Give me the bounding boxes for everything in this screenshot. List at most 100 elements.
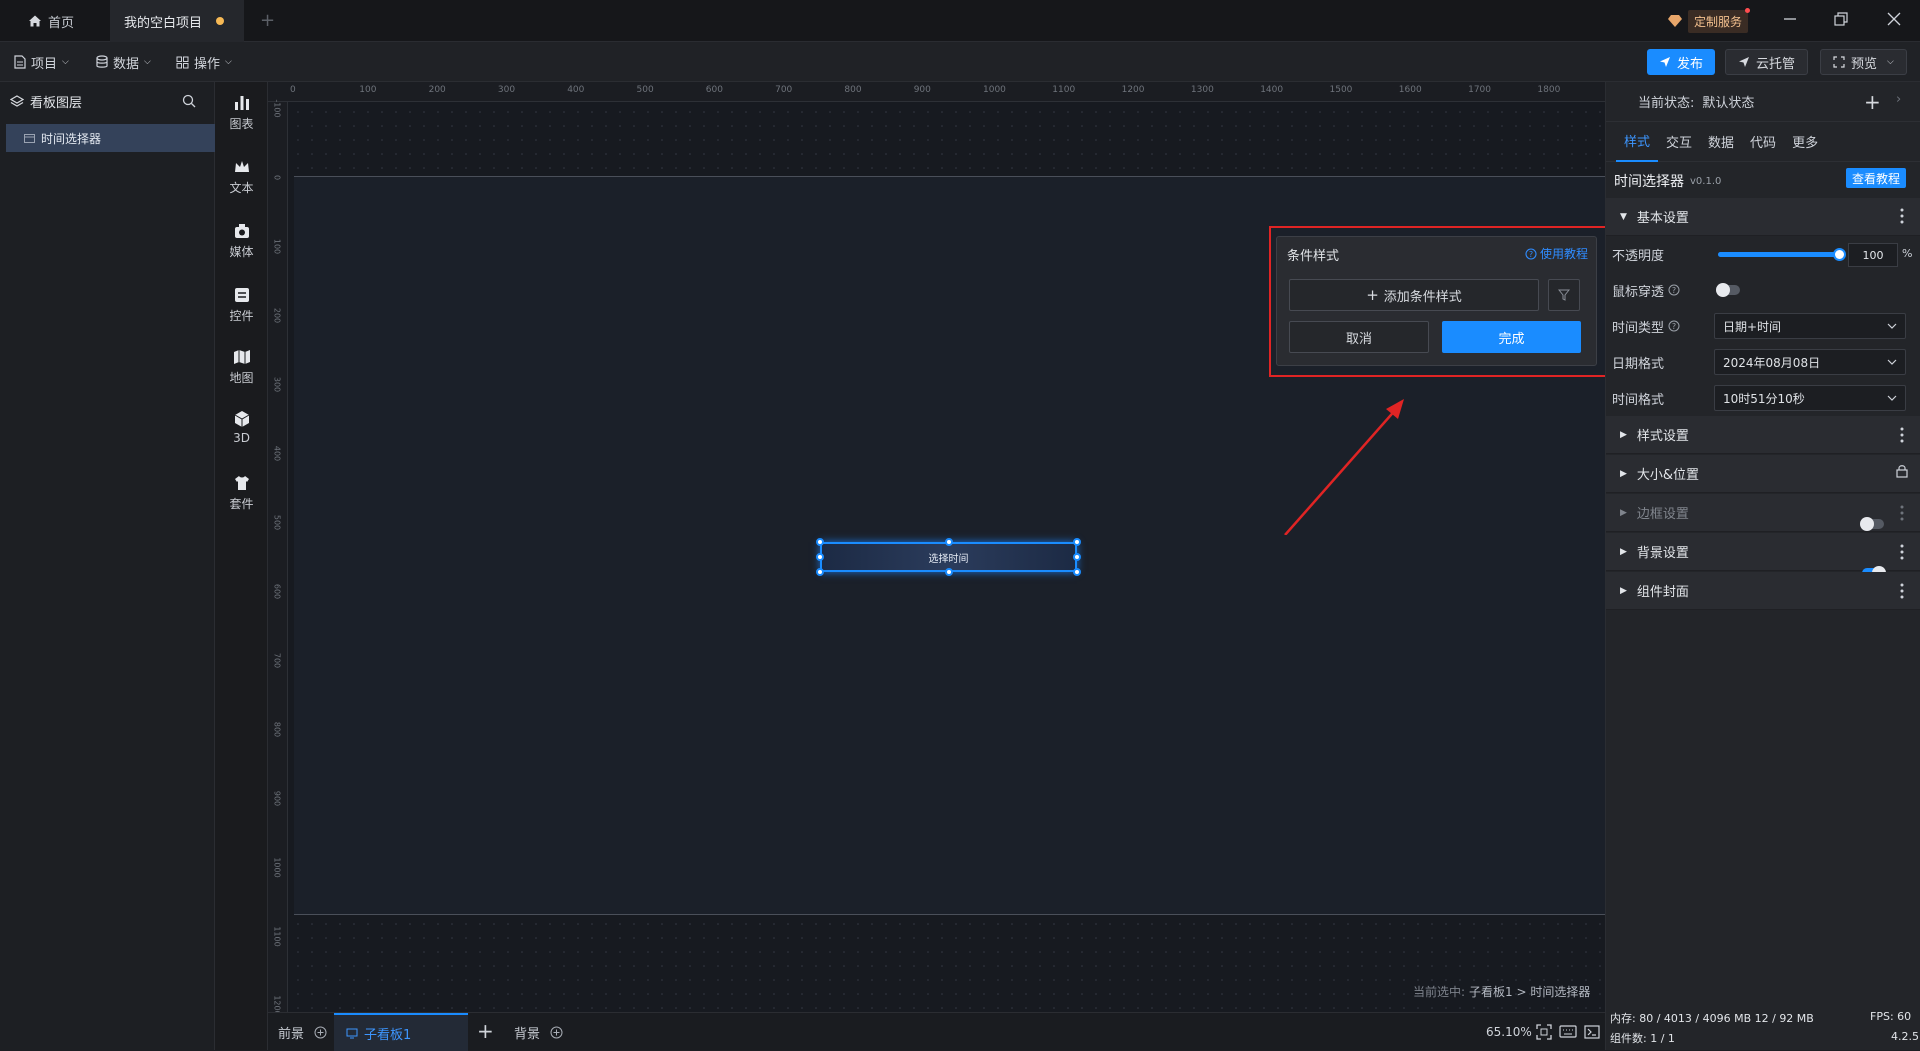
menu-project[interactable]: 项目 ⌵: [14, 42, 69, 82]
popup-cancel-button[interactable]: 取消: [1289, 321, 1429, 353]
ruler-tick-label: 1500: [1329, 85, 1353, 95]
add-board-plus-icon[interactable]: +: [477, 1019, 494, 1043]
tab-interaction[interactable]: 交互: [1658, 122, 1700, 162]
property-tabs: 样式 交互 数据 代码 更多: [1606, 122, 1920, 162]
add-circle-icon[interactable]: [314, 1026, 327, 1039]
opacity-slider[interactable]: [1718, 248, 1846, 261]
view-tutorial-button[interactable]: 查看教程: [1846, 168, 1907, 188]
fit-screen-icon[interactable]: [1536, 1024, 1552, 1040]
section-style-settings[interactable]: ▶ 样式设置: [1606, 416, 1920, 454]
terminal-icon[interactable]: [1584, 1025, 1600, 1039]
app-version: 4.2.5: [1891, 1030, 1919, 1043]
date-format-select[interactable]: 2024年08月08日: [1714, 349, 1906, 375]
border-settings-toggle[interactable]: [1860, 517, 1884, 531]
resize-handle[interactable]: [944, 568, 953, 576]
resize-handle[interactable]: [816, 553, 824, 561]
time-type-select[interactable]: 日期+时间: [1714, 313, 1906, 339]
state-value[interactable]: 默认状态: [1702, 92, 1754, 111]
opacity-label: 不透明度: [1612, 248, 1665, 264]
cloud-host-button[interactable]: 云托管: [1725, 49, 1809, 75]
tab-home[interactable]: 首页: [14, 0, 98, 42]
layer-item-time-picker[interactable]: 时间选择器: [6, 124, 215, 152]
tab-code[interactable]: 代码: [1742, 122, 1784, 162]
iconbar-label: 图表: [229, 117, 254, 131]
close-icon[interactable]: [1887, 12, 1901, 26]
iconbar-label: 地图: [229, 371, 254, 385]
add-circle-icon[interactable]: [550, 1026, 563, 1039]
tab-style[interactable]: 样式: [1616, 122, 1659, 162]
popup-done-button[interactable]: 完成: [1442, 321, 1581, 353]
tab-background[interactable]: 背景: [514, 1013, 563, 1051]
more-vertical-icon[interactable]: [1900, 544, 1904, 560]
svg-text:?: ?: [1672, 286, 1676, 295]
resize-handle[interactable]: [1073, 553, 1081, 561]
preview-button[interactable]: 预览 ⌵: [1820, 49, 1907, 75]
resize-handle[interactable]: [816, 568, 824, 576]
ruler-tick-label: 1000: [983, 85, 1006, 95]
publish-button[interactable]: 发布: [1647, 49, 1716, 75]
tab-label: 首页: [48, 15, 75, 31]
notification-dot: [1745, 7, 1751, 13]
section-title: 背景设置: [1636, 546, 1689, 561]
iconbar-kit[interactable]: 套件: [215, 474, 268, 512]
chevron-right-icon[interactable]: ›: [1896, 92, 1901, 107]
tab-more[interactable]: 更多: [1784, 122, 1826, 162]
new-tab-plus-icon[interactable]: +: [260, 10, 275, 31]
opacity-slider-knob[interactable]: [1833, 248, 1846, 261]
iconbar-chart[interactable]: 图表: [215, 94, 268, 132]
layer-item-label: 时间选择器: [41, 131, 102, 146]
time-format-select[interactable]: 10时51分10秒: [1714, 385, 1906, 411]
chevron-down-icon: ⌵: [225, 57, 232, 67]
search-icon[interactable]: [182, 94, 196, 108]
time-format-label: 时间格式: [1612, 392, 1665, 408]
minimize-icon[interactable]: [1783, 12, 1797, 26]
more-vertical-icon[interactable]: [1900, 505, 1904, 521]
section-basic-settings[interactable]: ▼ 基本设置: [1606, 198, 1920, 236]
opacity-input[interactable]: 100: [1848, 243, 1898, 267]
ruler-tick-label: 1200: [1121, 85, 1145, 95]
tab-data[interactable]: 数据: [1700, 122, 1742, 162]
iconbar-text[interactable]: 文本: [215, 158, 268, 196]
iconbar-control[interactable]: 控件: [215, 286, 268, 324]
tab-sub-board-1[interactable]: 子看板1: [334, 1013, 468, 1051]
iconbar-map[interactable]: 地图: [215, 348, 268, 386]
tab-foreground[interactable]: 前景: [278, 1013, 327, 1051]
mouse-through-toggle[interactable]: [1716, 283, 1740, 297]
lock-icon[interactable]: [1896, 464, 1908, 478]
shirt-icon: [234, 476, 249, 490]
filter-off-icon: [1558, 289, 1570, 301]
more-vertical-icon[interactable]: [1900, 427, 1904, 443]
tab-project[interactable]: 我的空白项目: [110, 0, 244, 42]
menu-data[interactable]: 数据 ⌵: [96, 42, 151, 82]
selection-handles: [816, 538, 1081, 576]
more-vertical-icon[interactable]: [1900, 208, 1904, 224]
zoom-level[interactable]: 65.10%: [1486, 1025, 1532, 1039]
ruler-tick-label: 100: [359, 85, 377, 95]
section-background-settings[interactable]: ▶ 背景设置: [1606, 533, 1920, 571]
iconbar-3d[interactable]: 3D: [215, 410, 268, 445]
cancel-label: 取消: [1345, 331, 1372, 347]
filter-clear-button[interactable]: [1548, 279, 1580, 311]
more-vertical-icon[interactable]: [1900, 583, 1904, 599]
ruler-tick-label: 800: [272, 721, 282, 738]
ruler-tick-label: 700: [272, 652, 282, 669]
ruler-tick-label: 300: [497, 85, 516, 95]
add-state-plus-icon[interactable]: +: [1864, 90, 1881, 114]
keyboard-icon[interactable]: [1559, 1025, 1577, 1039]
resize-handle[interactable]: [944, 538, 953, 546]
custom-service-button[interactable]: 定制服务: [1668, 7, 1751, 33]
chevron-down-icon: [1887, 359, 1897, 365]
resize-handle[interactable]: [816, 538, 824, 546]
section-component-cover[interactable]: ▶ 组件封面: [1606, 572, 1920, 610]
fps-status: FPS: 60: [1870, 1010, 1912, 1023]
menu-operation[interactable]: 操作 ⌵: [176, 42, 232, 82]
resize-handle[interactable]: [1073, 568, 1081, 576]
popup-help-link[interactable]: ? 使用教程: [1525, 245, 1588, 262]
add-condition-style-button[interactable]: + 添加条件样式: [1289, 279, 1539, 311]
map-icon: [233, 350, 250, 364]
done-label: 完成: [1498, 331, 1525, 347]
section-size-position[interactable]: ▶ 大小&位置: [1606, 455, 1920, 493]
restore-icon[interactable]: [1834, 12, 1848, 26]
resize-handle[interactable]: [1073, 538, 1081, 546]
iconbar-media[interactable]: 媒体: [215, 222, 268, 260]
